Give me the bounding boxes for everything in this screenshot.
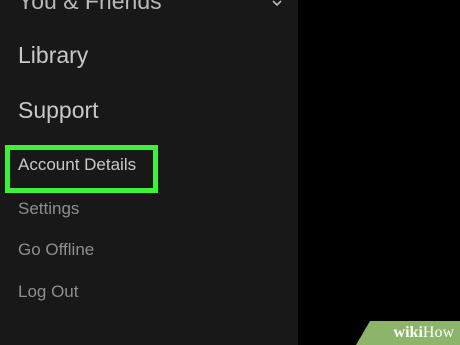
watermark-wiki: wiki bbox=[393, 324, 423, 341]
main-content-area bbox=[298, 0, 460, 345]
menu-item-account-details[interactable]: Account Details bbox=[18, 155, 136, 175]
menu-item-label: Log Out bbox=[18, 282, 79, 301]
menu-item-settings[interactable]: Settings bbox=[18, 199, 79, 219]
menu-item-go-offline[interactable]: Go Offline bbox=[18, 240, 94, 260]
watermark-how: How bbox=[422, 324, 454, 341]
wikihow-watermark: wikiHow bbox=[356, 321, 460, 345]
menu-item-label: Account Details bbox=[18, 155, 137, 174]
menu-item-label: Library bbox=[18, 42, 89, 68]
menu-item-you-friends[interactable]: You & Friends bbox=[18, 0, 162, 15]
chevron-down-icon[interactable] bbox=[272, 0, 282, 7]
menu-item-label: You & Friends bbox=[18, 0, 162, 14]
menu-item-label: Settings bbox=[18, 199, 80, 218]
menu-item-library[interactable]: Library bbox=[18, 42, 88, 69]
sidebar-menu: You & Friends Library Support Account De… bbox=[0, 0, 298, 345]
watermark-text: wikiHow bbox=[394, 324, 454, 342]
menu-item-label: Support bbox=[18, 97, 99, 123]
menu-item-support[interactable]: Support bbox=[18, 97, 99, 124]
menu-item-label: Go Offline bbox=[18, 240, 95, 259]
menu-item-log-out[interactable]: Log Out bbox=[18, 282, 79, 302]
